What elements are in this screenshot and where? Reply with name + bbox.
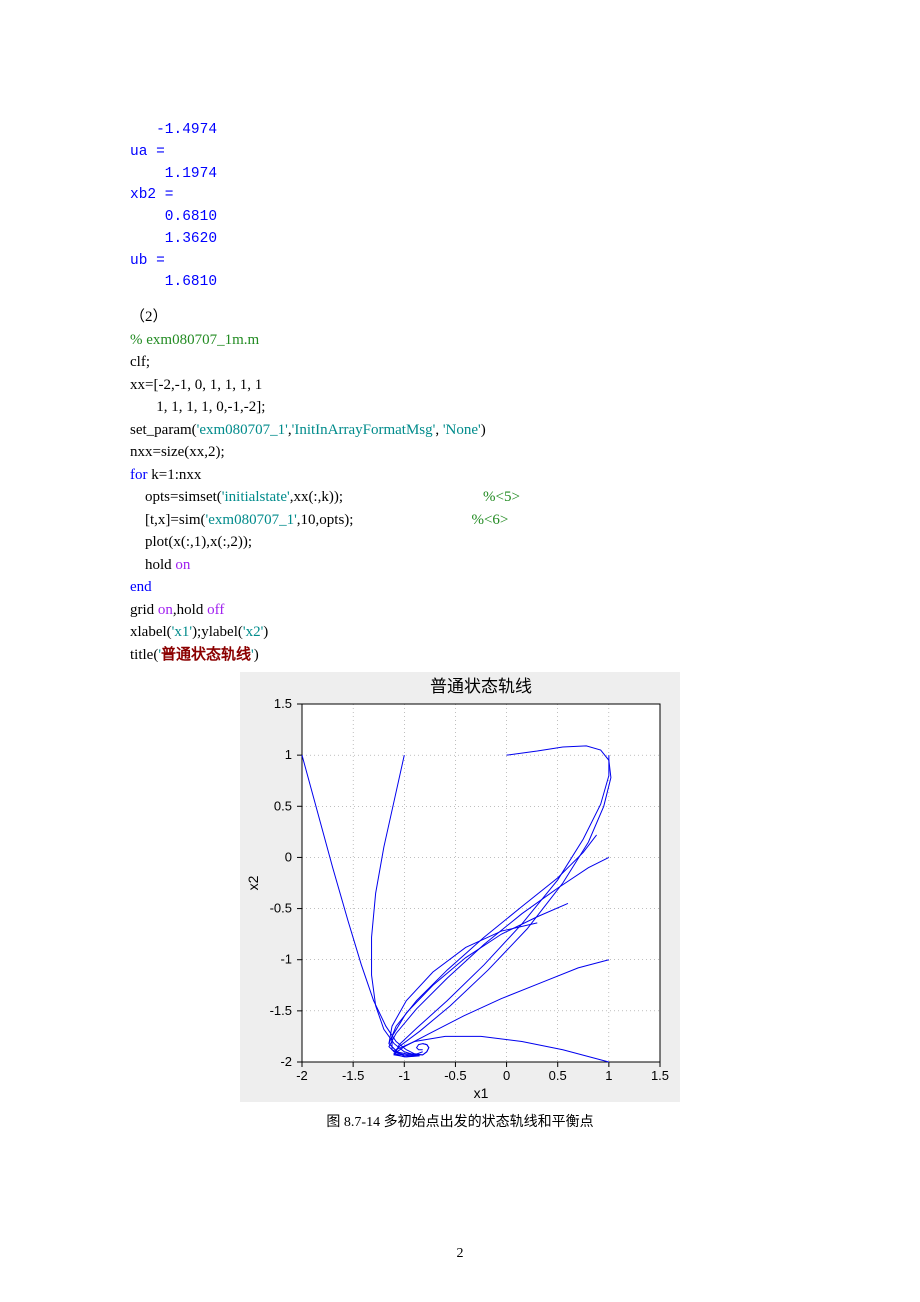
page-number: 2: [0, 1246, 920, 1262]
output-line: -1.4974: [130, 120, 790, 142]
code-line: clf;: [130, 351, 790, 374]
svg-text:x1: x1: [474, 1085, 489, 1101]
section-label: （2）: [130, 306, 790, 329]
svg-text:0.5: 0.5: [549, 1068, 567, 1083]
figure-caption: 图 8.7-14 多初始点出发的状态轨线和平衡点: [130, 1111, 790, 1131]
code-line: xlabel('x1');ylabel('x2'): [130, 621, 790, 644]
matlab-code: % exm080707_1m.m clf; xx=[-2,-1, 0, 1, 1…: [130, 329, 790, 667]
svg-text:0.5: 0.5: [274, 798, 292, 813]
code-line: nxx=size(xx,2);: [130, 441, 790, 464]
svg-text:普通状态轨线: 普通状态轨线: [430, 677, 532, 696]
svg-text:1.5: 1.5: [274, 696, 292, 711]
output-line: 0.6810: [130, 207, 790, 229]
svg-text:-0.5: -0.5: [270, 901, 292, 916]
code-line: set_param('exm080707_1','InitInArrayForm…: [130, 419, 790, 442]
figure: -2 -1.5 -1 -0.5 0 0.5 1 1.5 -2 -1.5 -1 -0.5 0 0.5 1 1.5…: [130, 672, 790, 1107]
code-line: for k=1:nxx: [130, 464, 790, 487]
code-line: xx=[-2,-1, 0, 1, 1, 1, 1: [130, 374, 790, 397]
output-line: xb2 =: [130, 185, 790, 207]
svg-text:-1.5: -1.5: [342, 1068, 364, 1083]
svg-text:0: 0: [285, 849, 292, 864]
code-line: end: [130, 576, 790, 599]
code-line: opts=simset('initialstate',xx(:,k));%<5>: [130, 486, 790, 509]
svg-text:-2: -2: [280, 1054, 292, 1069]
output-line: ub =: [130, 251, 790, 273]
svg-text:-1: -1: [280, 952, 292, 967]
svg-text:1: 1: [285, 747, 292, 762]
phase-plot: -2 -1.5 -1 -0.5 0 0.5 1 1.5 -2 -1.5 -1 -0.5 0 0.5 1 1.5…: [240, 672, 680, 1102]
svg-text:0: 0: [503, 1068, 510, 1083]
code-line: 1, 1, 1, 1, 0,-1,-2];: [130, 396, 790, 419]
code-line: [t,x]=sim('exm080707_1',10,opts);%<6>: [130, 509, 790, 532]
svg-text:1: 1: [605, 1068, 612, 1083]
svg-text:-1: -1: [399, 1068, 411, 1083]
code-line: plot(x(:,1),x(:,2));: [130, 531, 790, 554]
output-line: 1.1974: [130, 164, 790, 186]
output-line: ua =: [130, 142, 790, 164]
output-line: 1.6810: [130, 272, 790, 294]
svg-text:-1.5: -1.5: [270, 1003, 292, 1018]
svg-text:-2: -2: [296, 1068, 308, 1083]
code-line: hold on: [130, 554, 790, 577]
code-line: title('普通状态轨线'): [130, 644, 790, 667]
svg-text:-0.5: -0.5: [444, 1068, 466, 1083]
code-line: grid on,hold off: [130, 599, 790, 622]
code-comment: % exm080707_1m.m: [130, 329, 790, 352]
svg-text:x2: x2: [245, 875, 261, 890]
svg-text:1.5: 1.5: [651, 1068, 669, 1083]
matlab-output: -1.4974 ua = 1.1974 xb2 = 0.6810 1.3620 …: [130, 120, 790, 294]
output-line: 1.3620: [130, 229, 790, 251]
